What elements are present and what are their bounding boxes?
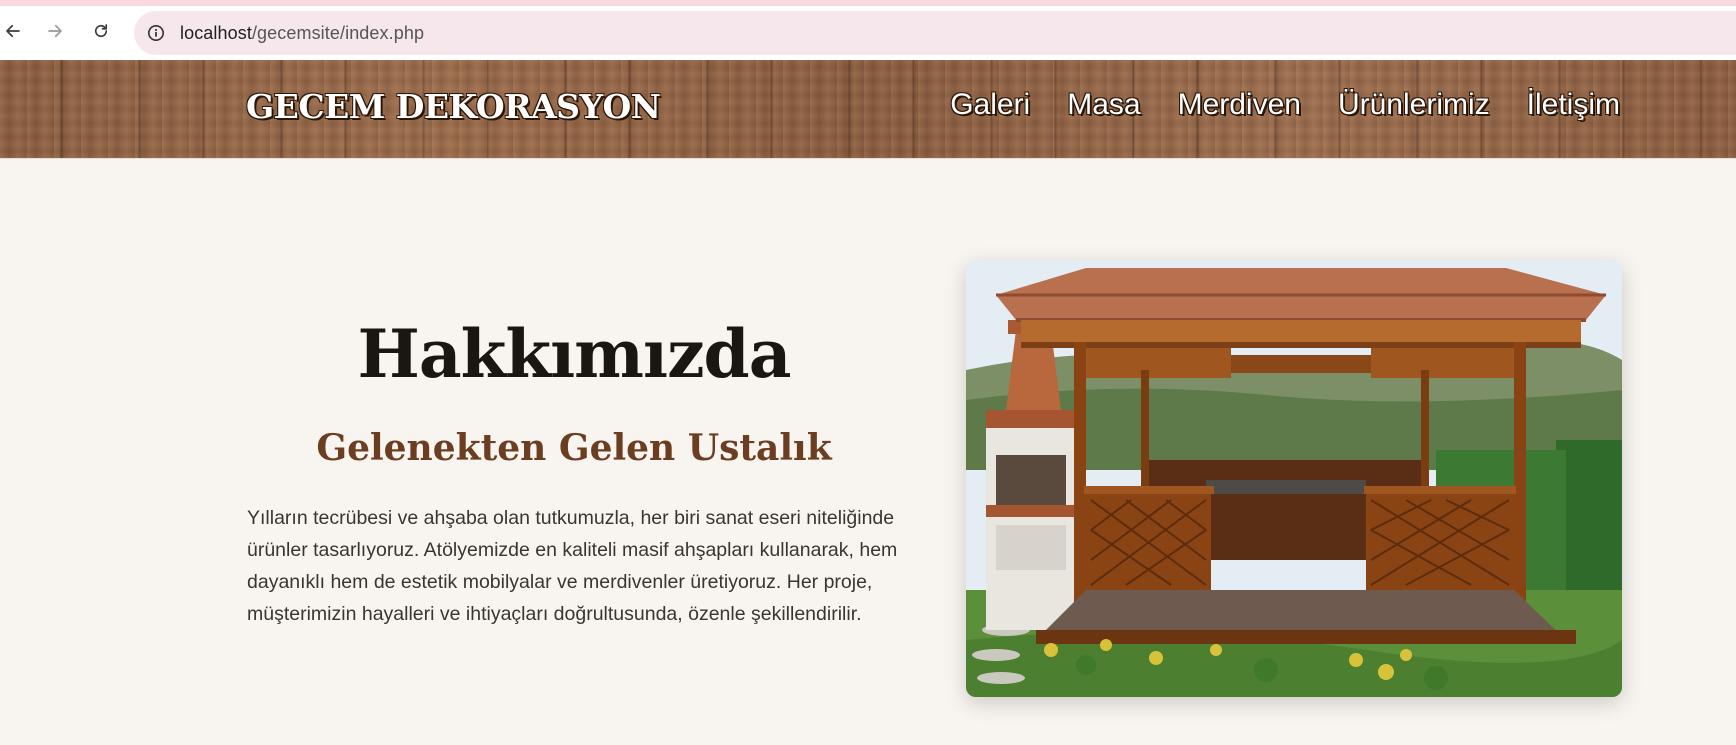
about-subtitle: Gelenekten Gelen Ustalık [316,427,832,469]
browser-toolbar: localhost/gecemsite/index.php [0,0,1736,60]
site-info-icon[interactable] [146,23,166,43]
site-header: GECEM DEKORASYON Galeri Masa Merdiven Ür… [0,60,1736,159]
url-host: localhost [180,22,252,43]
nav-link-merdiven[interactable]: Merdiven [1178,88,1301,122]
arrow-right-icon [48,24,62,38]
nav-link-masa[interactable]: Masa [1067,88,1140,122]
nav-link-iletisim[interactable]: İletişim [1527,88,1620,122]
nav-link-urunlerimiz[interactable]: Ürünlerimiz [1338,88,1490,122]
forward-button[interactable] [42,18,68,44]
reload-button[interactable] [88,18,114,44]
arrow-left-icon [6,24,20,38]
main-nav: Galeri Masa Merdiven Ürünlerimiz İletişi… [950,88,1620,122]
nav-link-galeri[interactable]: Galeri [950,88,1030,122]
reload-icon [94,24,108,38]
address-bar[interactable]: localhost/gecemsite/index.php [134,11,1736,55]
gazebo-photo [966,260,1622,697]
about-text: Yılların tecrübesi ve ahşaba olan tutkum… [247,507,898,625]
url-text[interactable]: localhost/gecemsite/index.php [180,23,424,44]
about-title: Hakkımızda [357,315,792,393]
url-path: /gecemsite/index.php [251,22,425,43]
back-button[interactable] [0,18,26,44]
site-logo[interactable]: GECEM DEKORASYON [246,87,661,126]
